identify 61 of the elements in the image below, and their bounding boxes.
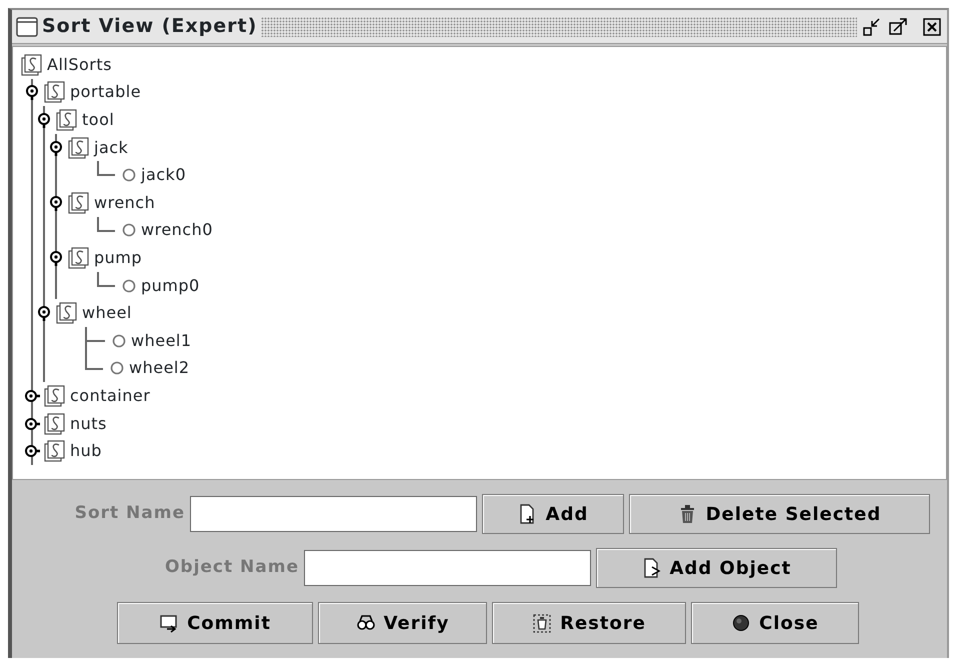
restore-button[interactable]: Restore [492, 602, 686, 644]
sort-icon [44, 384, 66, 407]
tree-item-label[interactable]: wrench0 [141, 218, 213, 242]
tree-item-label[interactable]: wheel [82, 301, 132, 326]
sort-icon [56, 108, 78, 131]
sort-icon [56, 302, 78, 324]
tree-item-label[interactable]: container [70, 384, 150, 408]
add-button[interactable]: Add [482, 494, 624, 534]
tree-item-label[interactable]: wheel1 [131, 328, 192, 353]
tree-item-label[interactable]: AllSorts [47, 52, 112, 77]
tree-item-label[interactable]: wrench [94, 190, 156, 215]
tree-line [97, 272, 115, 287]
expanded-handle-icon[interactable] [36, 304, 52, 322]
delete-selected-button[interactable]: Delete Selected [629, 494, 930, 534]
tree-item-label[interactable]: hub [70, 439, 102, 464]
window-title: Sort View (Expert) [42, 14, 258, 40]
object-icon [121, 222, 137, 238]
sort-name-label: Sort Name [74, 502, 185, 526]
tree-item-label[interactable]: pump [94, 246, 142, 270]
maximize-icon [888, 16, 908, 36]
verify-button[interactable]: Verify [318, 602, 487, 644]
tree-item-label[interactable]: nuts [70, 412, 107, 436]
sort-icon [44, 81, 66, 104]
monitor-arrow-icon [159, 613, 180, 633]
expanded-handle-icon[interactable] [48, 138, 64, 157]
sort-icon [68, 136, 90, 159]
tree-item-label[interactable]: wheel2 [129, 356, 190, 380]
expanded-handle-icon[interactable] [48, 248, 64, 267]
window-icon [16, 16, 38, 38]
tree-item-label[interactable]: pump0 [141, 274, 200, 298]
sort-icon [68, 192, 90, 214]
sort-icon [44, 412, 66, 435]
object-icon [121, 167, 137, 184]
close-button[interactable] [921, 16, 943, 38]
sort-icon [21, 54, 43, 76]
sort-icon [68, 246, 90, 269]
minimize-icon [862, 16, 882, 36]
stop-circle-icon [731, 613, 752, 633]
object-icon [121, 278, 137, 294]
tree-item-label[interactable]: portable [70, 80, 142, 104]
maximize-button[interactable] [887, 16, 909, 38]
object-icon [109, 360, 125, 376]
expanded-handle-icon[interactable] [48, 194, 64, 212]
dashed-trash-icon [532, 613, 552, 633]
sort-name-field[interactable] [190, 496, 477, 532]
expanded-handle-icon[interactable] [36, 110, 52, 129]
object-name-label: Object Name [164, 556, 299, 580]
add-object-button[interactable]: Add Object [596, 548, 837, 588]
close-icon [922, 16, 942, 36]
tree-item-label[interactable]: jack0 [141, 163, 186, 188]
document-arrow-icon [642, 558, 662, 578]
sort-icon [44, 440, 66, 462]
tree-line [97, 161, 115, 176]
tree-item-label[interactable]: tool [82, 108, 114, 132]
tree-item-label[interactable]: jack [94, 136, 128, 160]
tree-line [97, 216, 115, 232]
commit-button[interactable]: Commit [117, 602, 313, 644]
expanded-handle-icon[interactable] [24, 83, 40, 102]
object-icon [111, 332, 127, 349]
close-dialog-button[interactable]: Close [691, 602, 859, 644]
object-name-field[interactable] [304, 550, 591, 586]
